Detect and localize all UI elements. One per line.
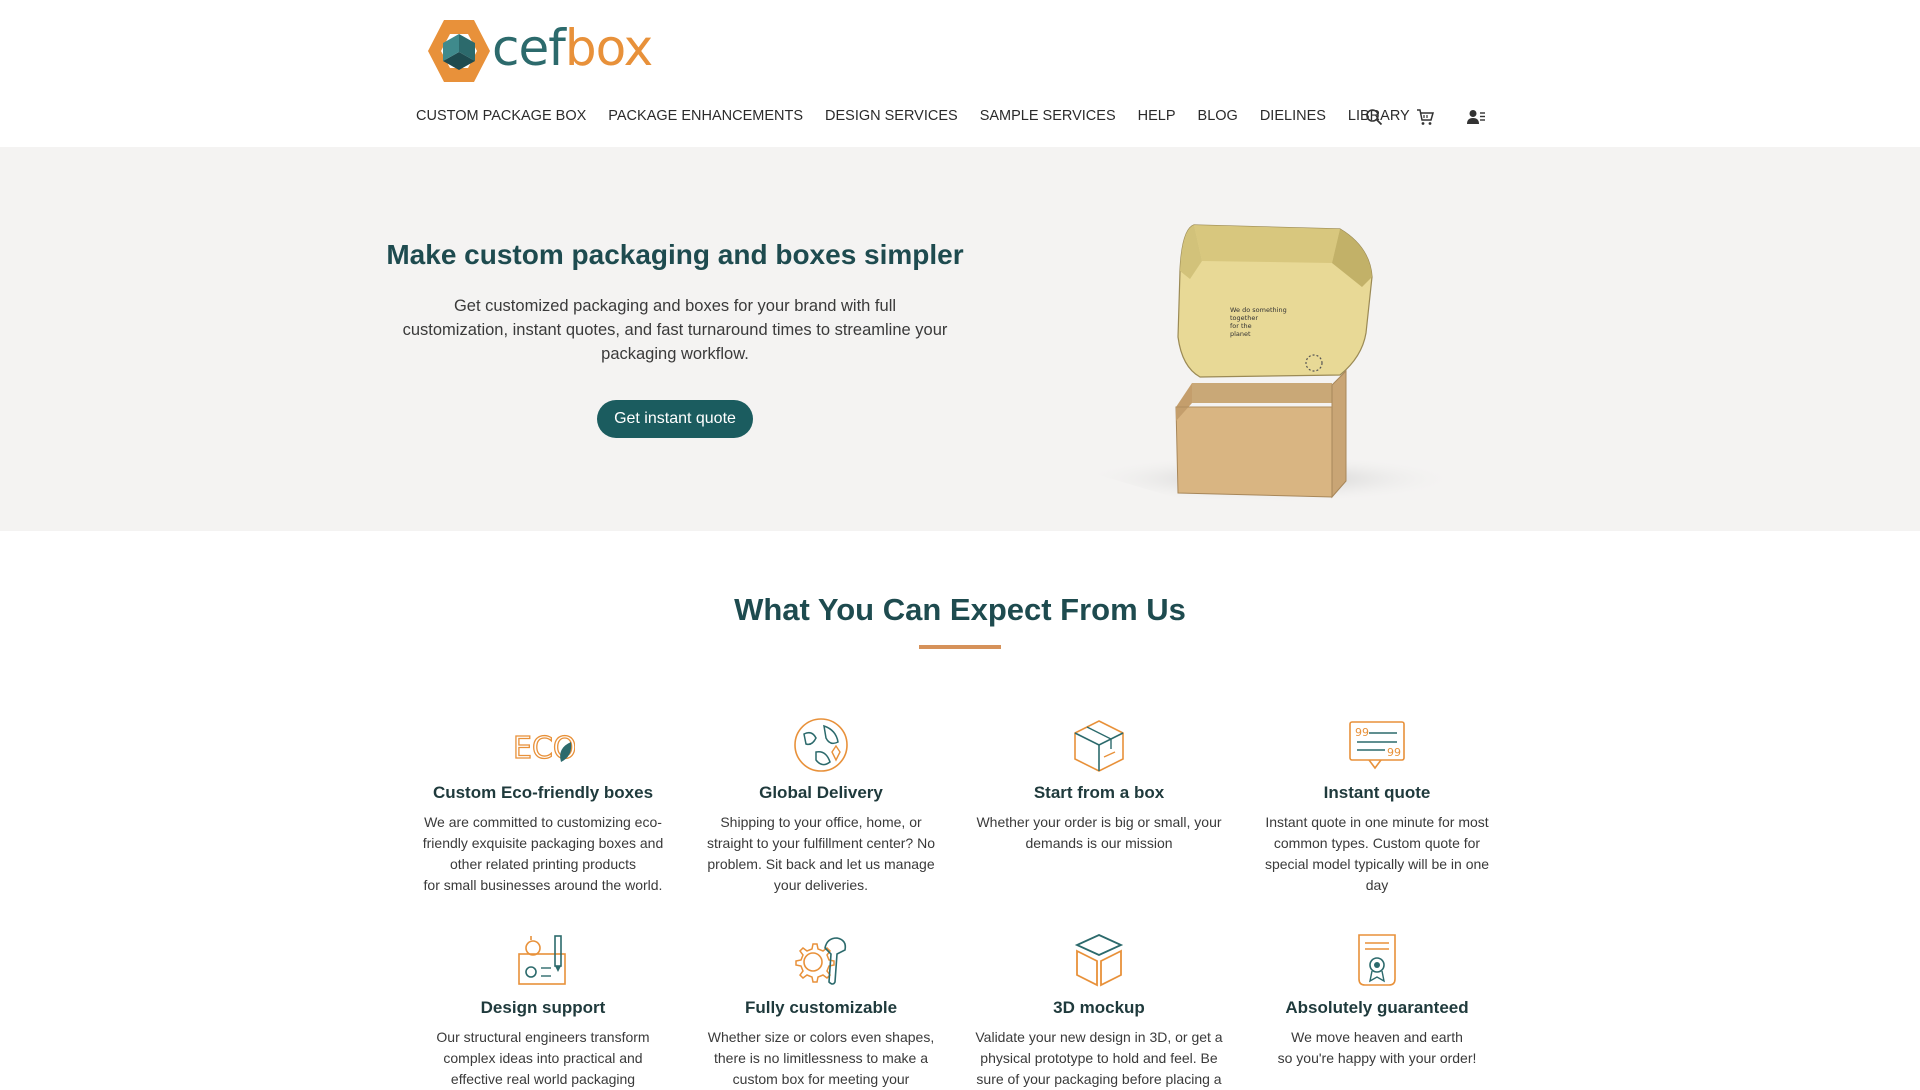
- globe-icon: [789, 713, 853, 777]
- nav-blog[interactable]: BLOG: [1198, 108, 1238, 124]
- feature-card-fully-customizable: Fully customizable Whether size or color…: [696, 928, 946, 1090]
- feature-description: Whether your order is big or small, your…: [976, 814, 1222, 851]
- hero-box-image: We do something together for the planet: [1078, 224, 1458, 503]
- eco-leaf-icon: ECO: [511, 713, 575, 777]
- feature-card-global-delivery: Global Delivery Shipping to your office,…: [696, 713, 946, 896]
- logo-text-cef: cef: [492, 19, 566, 77]
- logo-hexagon-icon: [428, 20, 490, 82]
- feature-card-instant-quote: 99 99 Instant quote Instant quote in one…: [1252, 713, 1502, 896]
- section-title-underline: [919, 645, 1001, 649]
- feature-description: Shipping to your office, home, or straig…: [707, 814, 935, 893]
- box-print-line-4: planet: [1230, 330, 1251, 338]
- nav-dielines[interactable]: DIELINES: [1260, 108, 1326, 124]
- feature-title: Design support: [480, 998, 606, 1017]
- feature-card-start-from-box: Start from a box Whether your order is b…: [974, 713, 1224, 854]
- feature-title: Custom Eco-friendly boxes: [432, 783, 654, 802]
- hero-subtitle: Get customized packaging and boxes for y…: [402, 297, 948, 363]
- nav-help[interactable]: HELP: [1138, 108, 1176, 124]
- features-section-title: What You Can Expect From Us: [734, 592, 1186, 627]
- main-nav: CUSTOM PACKAGE BOX PACKAGE ENHANCEMENTS …: [416, 108, 1432, 124]
- cefbox-logo[interactable]: cefbox: [428, 18, 653, 84]
- feature-description: Instant quote in one minute for most com…: [1264, 814, 1490, 893]
- feature-title: Global Delivery: [759, 783, 883, 802]
- get-instant-quote-button[interactable]: Get instant quote: [597, 400, 753, 438]
- hero-section: Make custom packaging and boxes simpler …: [0, 147, 1920, 531]
- logo-text-box: box: [564, 19, 653, 77]
- feature-card-design-support: Design support Our structural engineers …: [418, 928, 668, 1090]
- feature-description: Validate your new design in 3D, or get a…: [975, 1029, 1223, 1087]
- nav-design-services[interactable]: DESIGN SERVICES: [825, 108, 958, 124]
- svg-text:99: 99: [1387, 746, 1401, 759]
- gear-wrench-icon: [789, 928, 853, 992]
- nav-sample-services[interactable]: SAMPLE SERVICES: [980, 108, 1116, 124]
- box-icon: [1067, 713, 1131, 777]
- feature-card-3d-mockup: 3D mockup Validate your new design in 3D…: [974, 928, 1224, 1090]
- search-icon[interactable]: [1364, 107, 1384, 127]
- box-print-line-3: for the: [1230, 322, 1252, 330]
- quote-icon: 99 99: [1345, 713, 1409, 777]
- logo-wordmark: cefbox: [492, 23, 653, 73]
- box-print-line-1: We do something: [1230, 306, 1287, 314]
- feature-description: Whether size or colors even shapes, ther…: [707, 1029, 935, 1087]
- svg-text:99: 99: [1355, 726, 1369, 739]
- feature-description: We move heaven and earth so you're happy…: [1277, 1029, 1477, 1066]
- header-actions: [1364, 107, 1517, 127]
- feature-title: Start from a box: [1033, 783, 1165, 802]
- feature-description: Our structural engineers transform compl…: [436, 1029, 650, 1087]
- cube-3d-icon: [1067, 928, 1131, 992]
- feature-title: Absolutely guaranteed: [1285, 998, 1469, 1017]
- feature-title: Instant quote: [1323, 783, 1431, 802]
- feature-description: We are committed to customizing eco- fri…: [422, 814, 664, 893]
- site-header: cefbox CUSTOM PACKAGE BOX PACKAGE ENHANC…: [0, 0, 1920, 147]
- hero-title: Make custom packaging and boxes simpler: [386, 239, 964, 270]
- account-icon[interactable]: [1466, 107, 1486, 127]
- nav-package-enhancements[interactable]: PACKAGE ENHANCEMENTS: [608, 108, 803, 124]
- nav-custom-package-box[interactable]: CUSTOM PACKAGE BOX: [416, 108, 586, 124]
- box-print-line-2: together: [1230, 314, 1258, 322]
- certificate-icon: [1345, 928, 1409, 992]
- feature-title: 3D mockup: [1053, 998, 1145, 1017]
- feature-title: Fully customizable: [744, 998, 898, 1017]
- feature-card-eco: ECO Custom Eco-friendly boxes We are com…: [418, 713, 668, 896]
- cart-icon[interactable]: [1415, 107, 1435, 127]
- feature-card-guaranteed: Absolutely guaranteed We move heaven and…: [1252, 928, 1502, 1069]
- design-tools-icon: [511, 928, 575, 992]
